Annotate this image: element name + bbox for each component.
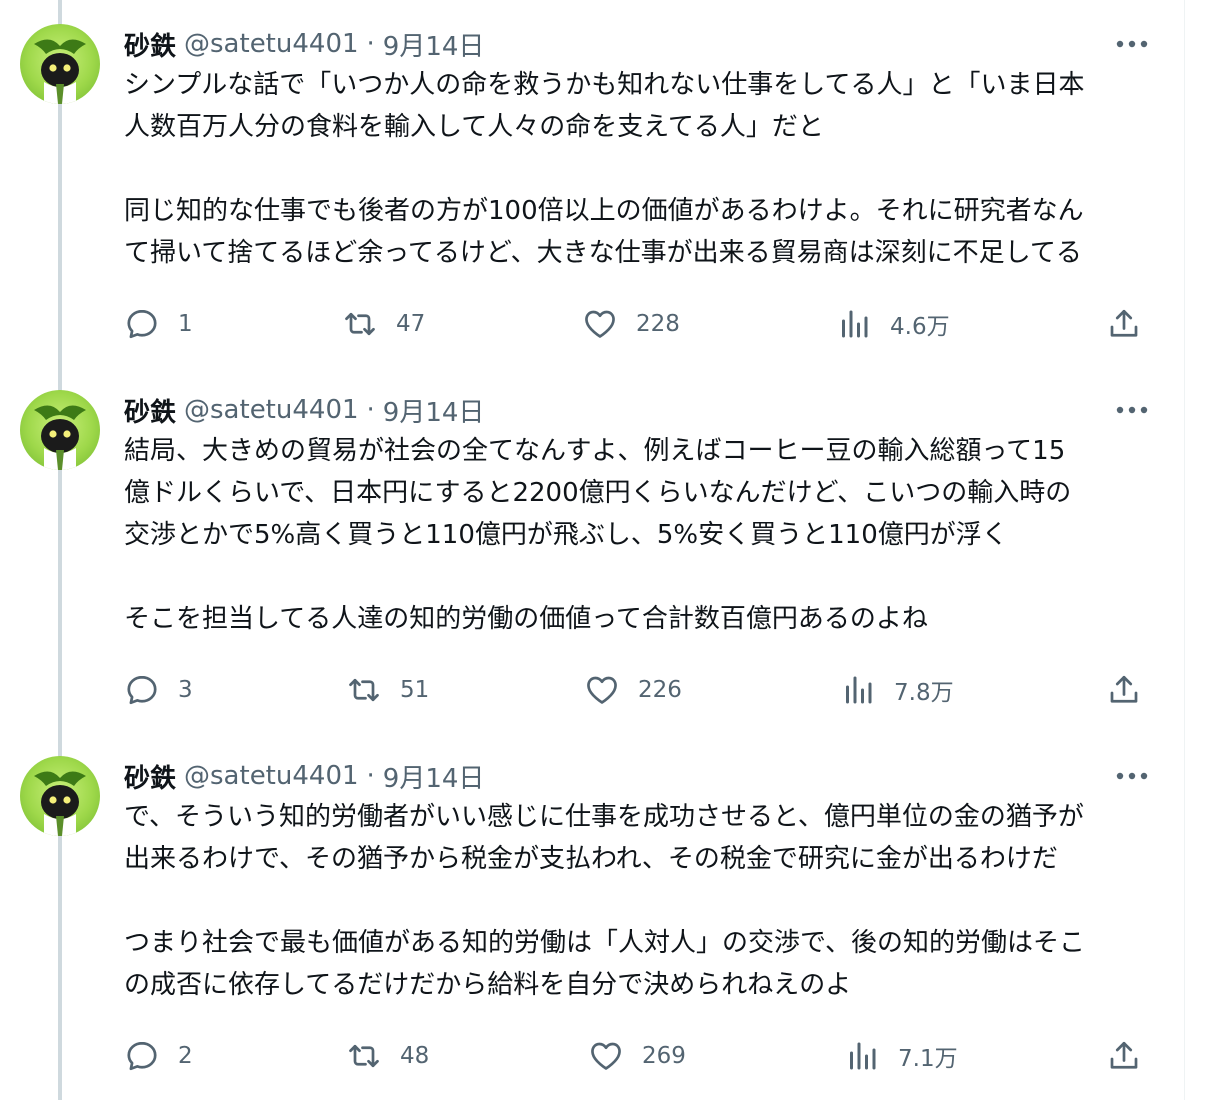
views-count: 7.8万	[894, 680, 954, 706]
like-count: 269	[642, 1043, 686, 1069]
separator: ·	[366, 395, 375, 425]
reply-icon	[127, 675, 157, 705]
views-icon	[842, 310, 868, 338]
like-button[interactable]: 269	[588, 1036, 686, 1076]
display-name[interactable]: 砂鉄	[124, 26, 176, 63]
separator: ·	[366, 29, 375, 59]
tweet-actions: 1 47 228 4.6万	[124, 304, 1164, 344]
reply-count: 1	[178, 311, 193, 337]
heart-icon	[591, 1042, 621, 1070]
reply-count: 3	[178, 677, 193, 703]
share-icon	[1110, 309, 1138, 337]
reply-button[interactable]: 1	[124, 304, 193, 344]
retweet-icon	[345, 312, 375, 336]
avatar[interactable]	[20, 390, 100, 470]
tweet-date[interactable]: 9月14日	[383, 392, 485, 429]
reply-button[interactable]: 2	[124, 1036, 193, 1076]
views-icon	[850, 1042, 876, 1070]
tweet-actions: 3 51 226 7.8万	[124, 670, 1164, 710]
heart-icon	[587, 676, 617, 704]
views-button[interactable]: 4.6万	[836, 304, 950, 344]
separator: ·	[366, 761, 375, 791]
like-count: 228	[636, 311, 680, 337]
retweet-count: 47	[396, 311, 426, 337]
more-icon[interactable]	[1112, 398, 1152, 422]
heart-icon	[585, 310, 615, 338]
tweet-text: で、そういう知的労働者がいい感じに仕事を成功させると、億円単位の金の猶予が 出来…	[124, 802, 1085, 1000]
tweet-date[interactable]: 9月14日	[383, 26, 485, 63]
tweet-text: シンプルな話で「いつか人の命を救うかも知れない仕事をしてる人」と「いま日本 人数…	[124, 70, 1085, 268]
display-name[interactable]: 砂鉄	[124, 758, 176, 795]
share-button[interactable]	[1106, 1036, 1142, 1076]
tweet-text: 結局、大きめの貿易が社会の全てなんすよ、例えばコーヒー豆の輸入総額って15 億ド…	[124, 436, 1072, 634]
reply-icon	[127, 1041, 157, 1071]
tweet-date[interactable]: 9月14日	[383, 758, 485, 795]
share-button[interactable]	[1106, 304, 1142, 344]
views-button[interactable]: 7.1万	[844, 1036, 958, 1076]
user-handle[interactable]: @satetu4401	[184, 761, 359, 791]
tweet-header: 砂鉄 @satetu4401 · 9月14日	[124, 390, 484, 430]
more-icon[interactable]	[1112, 32, 1152, 56]
reply-icon	[127, 309, 157, 339]
avatar[interactable]	[20, 756, 100, 836]
tweet-header: 砂鉄 @satetu4401 · 9月14日	[124, 24, 484, 64]
more-icon[interactable]	[1112, 764, 1152, 788]
like-button[interactable]: 228	[582, 304, 680, 344]
user-handle[interactable]: @satetu4401	[184, 395, 359, 425]
views-count: 7.1万	[898, 1046, 958, 1072]
timeline-border	[1184, 0, 1185, 1100]
reply-button[interactable]: 3	[124, 670, 193, 710]
retweet-count: 51	[400, 677, 430, 703]
tweet-header: 砂鉄 @satetu4401 · 9月14日	[124, 756, 484, 796]
reply-count: 2	[178, 1043, 193, 1069]
views-button[interactable]: 7.8万	[840, 670, 954, 710]
like-count: 226	[638, 677, 682, 703]
views-icon	[846, 676, 872, 704]
share-icon	[1110, 675, 1138, 703]
tweet-actions: 2 48 269 7.1万	[124, 1036, 1164, 1076]
display-name[interactable]: 砂鉄	[124, 392, 176, 429]
retweet-icon	[349, 678, 379, 702]
views-count: 4.6万	[890, 314, 950, 340]
retweet-count: 48	[400, 1043, 430, 1069]
avatar[interactable]	[20, 24, 100, 104]
retweet-button[interactable]: 51	[346, 670, 429, 710]
retweet-icon	[349, 1044, 379, 1068]
retweet-button[interactable]: 47	[342, 304, 425, 344]
user-handle[interactable]: @satetu4401	[184, 29, 359, 59]
thread-line	[58, 0, 62, 1100]
share-button[interactable]	[1106, 670, 1142, 710]
retweet-button[interactable]: 48	[346, 1036, 429, 1076]
like-button[interactable]: 226	[584, 670, 682, 710]
share-icon	[1110, 1041, 1138, 1069]
